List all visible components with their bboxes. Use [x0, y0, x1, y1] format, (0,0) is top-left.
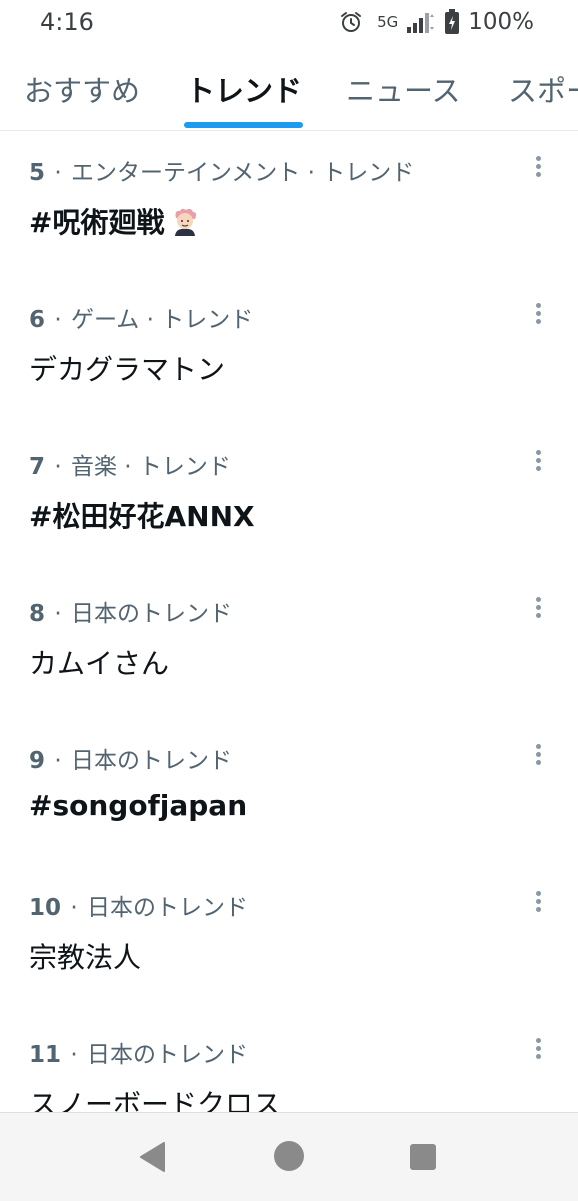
trend-category: 日本のトレンド [86, 1042, 248, 1068]
tab-news[interactable]: ニュース [346, 68, 461, 110]
recent-apps-square-icon[interactable] [409, 1143, 437, 1175]
more-vertical-icon[interactable] [528, 447, 548, 477]
alarm-icon [339, 10, 363, 34]
tab-sports[interactable]: スポー [508, 68, 578, 110]
system-nav-bar [0, 1112, 578, 1201]
tab-recommended[interactable]: おすすめ [24, 68, 140, 110]
trend-meta: 6 · ゲーム · トレンド [29, 307, 254, 333]
status-bar: 4:16 5G 100% [0, 0, 578, 46]
tab-trending[interactable]: トレンド [186, 68, 302, 110]
trend-title-text: デカグラマトン [29, 353, 226, 386]
trend-list: 5 · エンターテインメント · トレンド #呪術廻戦 6 · ゲーム · トレ… [0, 131, 578, 1160]
more-vertical-icon[interactable] [528, 888, 548, 918]
trend-category: 日本のトレンド [70, 601, 232, 627]
more-vertical-icon[interactable] [528, 300, 548, 330]
trend-title-text: 宗教法人 [29, 941, 142, 974]
battery-icon [444, 9, 460, 35]
home-circle-icon[interactable] [272, 1139, 306, 1177]
trend-rank: 8 [29, 601, 46, 627]
trend-meta: 11 · 日本のトレンド [29, 1042, 248, 1068]
trend-rank: 6 [29, 307, 46, 333]
trend-category: 音楽 · トレンド [70, 454, 231, 480]
active-tab-indicator [184, 122, 303, 128]
status-time: 4:16 [40, 8, 94, 36]
trend-rank: 10 [29, 895, 62, 921]
trend-item[interactable]: 9 · 日本のトレンド #songofjapan [0, 719, 578, 866]
trend-meta: 7 · 音楽 · トレンド [29, 454, 231, 480]
status-icons: 5G 100% [339, 8, 534, 36]
trend-title: デカグラマトン [29, 348, 225, 388]
character-emoji-icon [170, 206, 200, 236]
trend-rank: 11 [29, 1042, 62, 1068]
trend-category: 日本のトレンド [70, 748, 232, 774]
trend-item[interactable]: 8 · 日本のトレンド カムイさん [0, 572, 578, 719]
signal-icon [406, 10, 436, 34]
trend-category: 日本のトレンド [86, 895, 248, 921]
trend-title: カムイさん [29, 642, 169, 682]
trend-item[interactable]: 6 · ゲーム · トレンド デカグラマトン [0, 278, 578, 425]
trend-title: #songofjapan [29, 789, 247, 822]
trend-rank: 9 [29, 748, 46, 774]
trend-item[interactable]: 7 · 音楽 · トレンド #松田好花ANNX [0, 425, 578, 572]
trend-meta: 10 · 日本のトレンド [29, 895, 248, 921]
back-triangle-icon[interactable] [138, 1141, 168, 1177]
trend-title: #松田好花ANNX [29, 495, 255, 535]
trend-meta: 5 · エンターテインメント · トレンド [29, 160, 415, 186]
trend-rank: 7 [29, 454, 46, 480]
trend-rank: 5 [29, 160, 46, 186]
trend-title: #呪術廻戦 [29, 201, 200, 241]
trend-title-text: #songofjapan [29, 789, 248, 822]
more-vertical-icon[interactable] [528, 741, 548, 771]
trend-title-text: カムイさん [29, 647, 170, 680]
trend-title: 宗教法人 [29, 936, 141, 976]
more-vertical-icon[interactable] [528, 153, 548, 183]
trend-category: エンターテインメント · トレンド [70, 160, 415, 186]
battery-percent: 100% [468, 9, 534, 35]
more-vertical-icon[interactable] [528, 1035, 548, 1065]
explore-tabs: おすすめ トレンド ニュース スポー [0, 46, 578, 131]
trend-meta: 8 · 日本のトレンド [29, 601, 232, 627]
trend-title-text: #呪術廻戦 [29, 206, 165, 239]
trend-meta: 9 · 日本のトレンド [29, 748, 232, 774]
trend-category: ゲーム · トレンド [70, 307, 254, 333]
trend-item[interactable]: 5 · エンターテインメント · トレンド #呪術廻戦 [0, 131, 578, 278]
trend-item[interactable]: 10 · 日本のトレンド 宗教法人 [0, 866, 578, 1013]
more-vertical-icon[interactable] [528, 594, 548, 624]
trend-title-text: #松田好花ANNX [29, 500, 255, 533]
network-label: 5G [377, 13, 399, 31]
